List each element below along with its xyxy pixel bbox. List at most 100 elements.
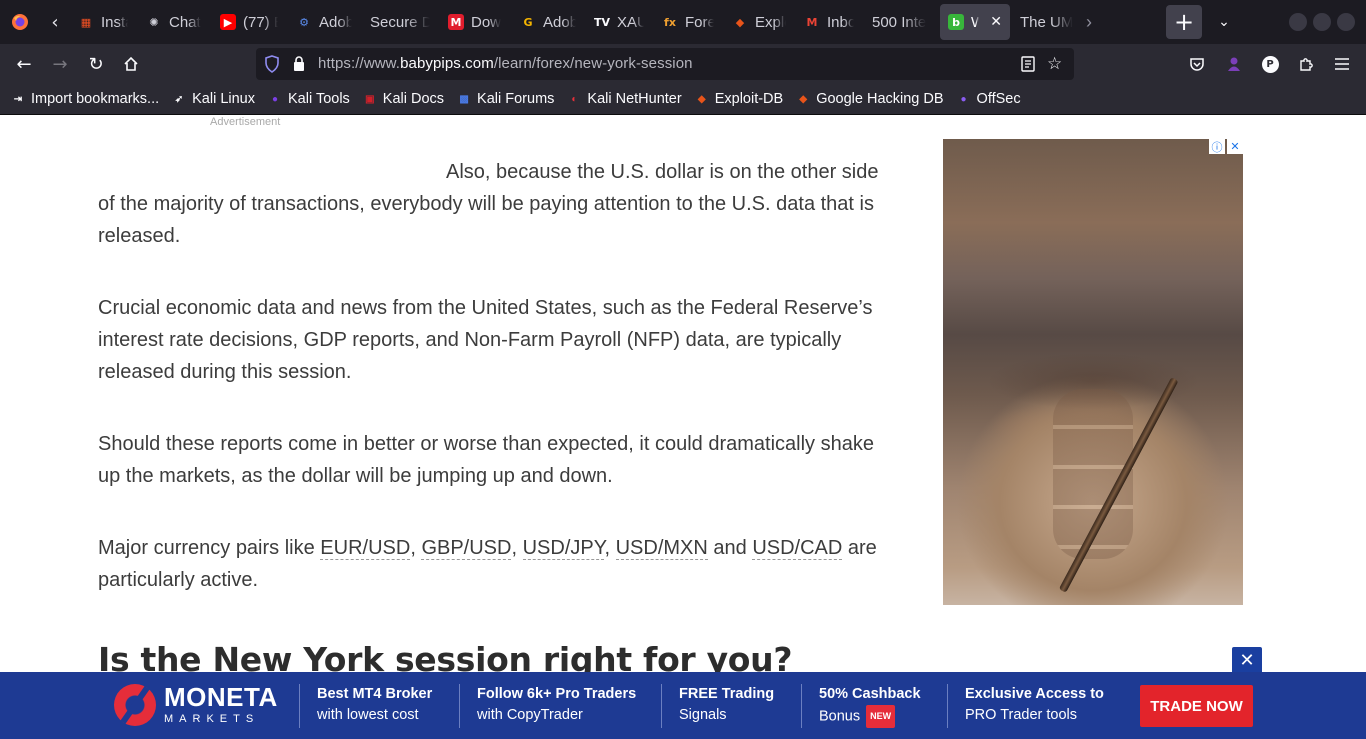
brand-name: MONETA xyxy=(164,682,278,712)
page-content: Advertisement Also, because the U.S. dol… xyxy=(0,116,1366,739)
new-tab-button[interactable]: + xyxy=(1166,5,1202,39)
gmail-icon: M xyxy=(806,15,818,29)
tab-title: Chat xyxy=(169,13,201,31)
maximize-button[interactable] xyxy=(1313,13,1331,31)
pair-link-gbpusd[interactable]: GBP/USD xyxy=(421,537,512,560)
close-banner-ad-button[interactable]: ✕ xyxy=(1232,647,1262,673)
lock-icon[interactable] xyxy=(292,55,306,77)
banner-feature-5: Exclusive Access to PRO Trader tools xyxy=(947,684,1104,728)
bookmark-item[interactable]: ◆ Google Hacking DB xyxy=(795,91,943,107)
side-advertisement-image[interactable]: ⓘ ✕ xyxy=(943,139,1243,605)
moneta-logo-icon xyxy=(114,684,156,726)
hamburger-menu-icon[interactable] xyxy=(1328,50,1356,78)
bookmark-item[interactable]: ◆ Exploit-DB xyxy=(694,91,783,107)
bookmark-item[interactable]: ⇥ Import bookmarks... xyxy=(10,91,159,107)
tab-6[interactable]: G Adob xyxy=(512,4,584,40)
tab-0[interactable]: ▦ Insta xyxy=(70,4,136,40)
close-tab-icon[interactable]: ✕ xyxy=(990,14,1002,30)
extensions-puzzle-icon[interactable] xyxy=(1292,50,1320,78)
offsec-icon: ● xyxy=(960,93,967,105)
url-text[interactable]: https://www.babypips.com/learn/forex/new… xyxy=(318,55,693,72)
tab-1[interactable]: ✺ Chat xyxy=(138,4,210,40)
youtube-icon: ▶ xyxy=(220,14,236,30)
bookmark-item[interactable]: ◐ Kali NetHunter xyxy=(566,91,681,107)
banner-feature-1: Best MT4 Broker with lowest cost xyxy=(299,684,432,728)
paragraph-3: Should these reports come in better or w… xyxy=(98,433,874,487)
tab-12[interactable]: b WI ✕ xyxy=(940,4,1010,40)
tab-4[interactable]: Secure D xyxy=(362,4,438,40)
tab-11[interactable]: 500 Inte xyxy=(864,4,938,40)
tab-title: Dow xyxy=(471,13,502,31)
bookmark-item[interactable]: ➶ Kali Linux xyxy=(171,91,255,107)
adchoices-info-icon[interactable]: ⓘ xyxy=(1209,139,1225,154)
list-all-tabs-chevron-down-icon[interactable]: ⌄ xyxy=(1212,8,1236,36)
tab-scroll-right-icon[interactable]: › xyxy=(1086,12,1092,33)
tab-2[interactable]: ▶ (77) E xyxy=(212,4,286,40)
moneta-markets-logo[interactable]: MONETA MARKETS xyxy=(114,684,278,726)
chatgpt-icon: ✺ xyxy=(149,15,159,29)
tab-title: 500 Inte xyxy=(872,13,927,31)
trade-now-button[interactable]: TRADE NOW xyxy=(1140,685,1253,727)
bookmark-label: Kali Docs xyxy=(382,91,445,107)
babypips-icon: b xyxy=(948,14,964,30)
tracking-protection-shield-icon[interactable] xyxy=(264,55,280,78)
pair-link-usdmxn[interactable]: USD/MXN xyxy=(615,537,708,560)
ad-controls: ⓘ ✕ xyxy=(1209,139,1243,154)
reader-view-icon[interactable] xyxy=(1021,56,1035,77)
tab-10[interactable]: M Inbo xyxy=(796,4,862,40)
microsoft-icon: ▦ xyxy=(80,15,92,29)
nethunter-icon: ◐ xyxy=(571,93,578,105)
tab-title: XAU/ xyxy=(617,13,644,31)
firefox-icon[interactable] xyxy=(0,0,40,44)
bookmark-item[interactable]: ● Kali Tools xyxy=(267,91,350,107)
bookmark-label: Kali Linux xyxy=(192,91,255,107)
reload-icon[interactable]: ↻ xyxy=(82,50,110,78)
extension-purple-icon[interactable] xyxy=(1220,50,1248,78)
bookmark-label: Kali Forums xyxy=(477,91,555,107)
tab-title: (77) E xyxy=(243,13,278,31)
bookmark-label: Google Hacking DB xyxy=(816,91,944,107)
profile-avatar-icon[interactable]: P xyxy=(1256,50,1284,78)
red-m-icon: M xyxy=(448,14,464,30)
tab-3[interactable]: ⚙ Adob xyxy=(288,4,360,40)
home-icon[interactable] xyxy=(117,50,145,78)
bookmark-item[interactable]: ▩ Kali Forums xyxy=(456,91,554,107)
pair-link-usdjpy[interactable]: USD/JPY xyxy=(522,537,605,560)
kali-tools-icon: ● xyxy=(271,93,279,105)
pair-link-eurusd[interactable]: EUR/USD xyxy=(320,537,411,560)
bookmark-label: Kali Tools xyxy=(288,91,350,107)
tab-9[interactable]: ◆ Explo xyxy=(724,4,794,40)
g-icon: G xyxy=(523,15,533,29)
exploit-icon: ◆ xyxy=(735,15,745,29)
tab-title: Adob xyxy=(543,13,576,31)
pair-link-usdcad[interactable]: USD/CAD xyxy=(752,537,843,560)
new-badge: NEW xyxy=(866,705,896,728)
tab-5[interactable]: M Dow xyxy=(440,4,510,40)
tab-bar: ‹ ▦ Insta ✺ Chat ▶ (77) E ⚙ Adob Secure D M Dow G Ad… xyxy=(0,0,1366,44)
ad-close-icon[interactable]: ✕ xyxy=(1227,139,1243,154)
paragraph-1: Also, because the U.S. dollar is on the … xyxy=(98,161,879,247)
bookmark-item[interactable]: ● OffSec xyxy=(956,91,1021,107)
tab-8[interactable]: fx Fore xyxy=(654,4,722,40)
brand-sub: MARKETS xyxy=(164,713,260,725)
url-bar[interactable]: https://www.babypips.com/learn/forex/new… xyxy=(256,48,1074,80)
tab-13[interactable]: The UM › xyxy=(1012,4,1100,40)
bookmark-star-icon[interactable]: ☆ xyxy=(1047,54,1062,74)
ghdb-icon: ◆ xyxy=(799,93,808,105)
tab-scroll-left-icon[interactable]: ‹ xyxy=(40,0,70,44)
bookmark-item[interactable]: ▣ Kali Docs xyxy=(362,91,444,107)
tab-title: Adob xyxy=(319,13,352,31)
back-arrow-icon[interactable]: ← xyxy=(10,50,38,78)
advertisement-label: Advertisement xyxy=(210,116,281,128)
close-window-button[interactable] xyxy=(1337,13,1355,31)
banner-feature-4: 50% Cashback Bonus NEW xyxy=(801,684,921,728)
tab-title: The UM xyxy=(1020,13,1074,31)
minimize-button[interactable] xyxy=(1289,13,1307,31)
pocket-icon[interactable] xyxy=(1183,50,1211,78)
bottom-ad-banner[interactable]: MONETA MARKETS Best MT4 Broker with lowe… xyxy=(0,672,1366,739)
tab-7[interactable]: TV XAU/ xyxy=(586,4,652,40)
fx-icon: fx xyxy=(664,15,676,29)
paragraph-4: Major currency pairs like EUR/USD, GBP/U… xyxy=(98,537,877,591)
gear-icon: ⚙ xyxy=(299,15,309,29)
forward-arrow-icon[interactable]: → xyxy=(46,50,74,78)
